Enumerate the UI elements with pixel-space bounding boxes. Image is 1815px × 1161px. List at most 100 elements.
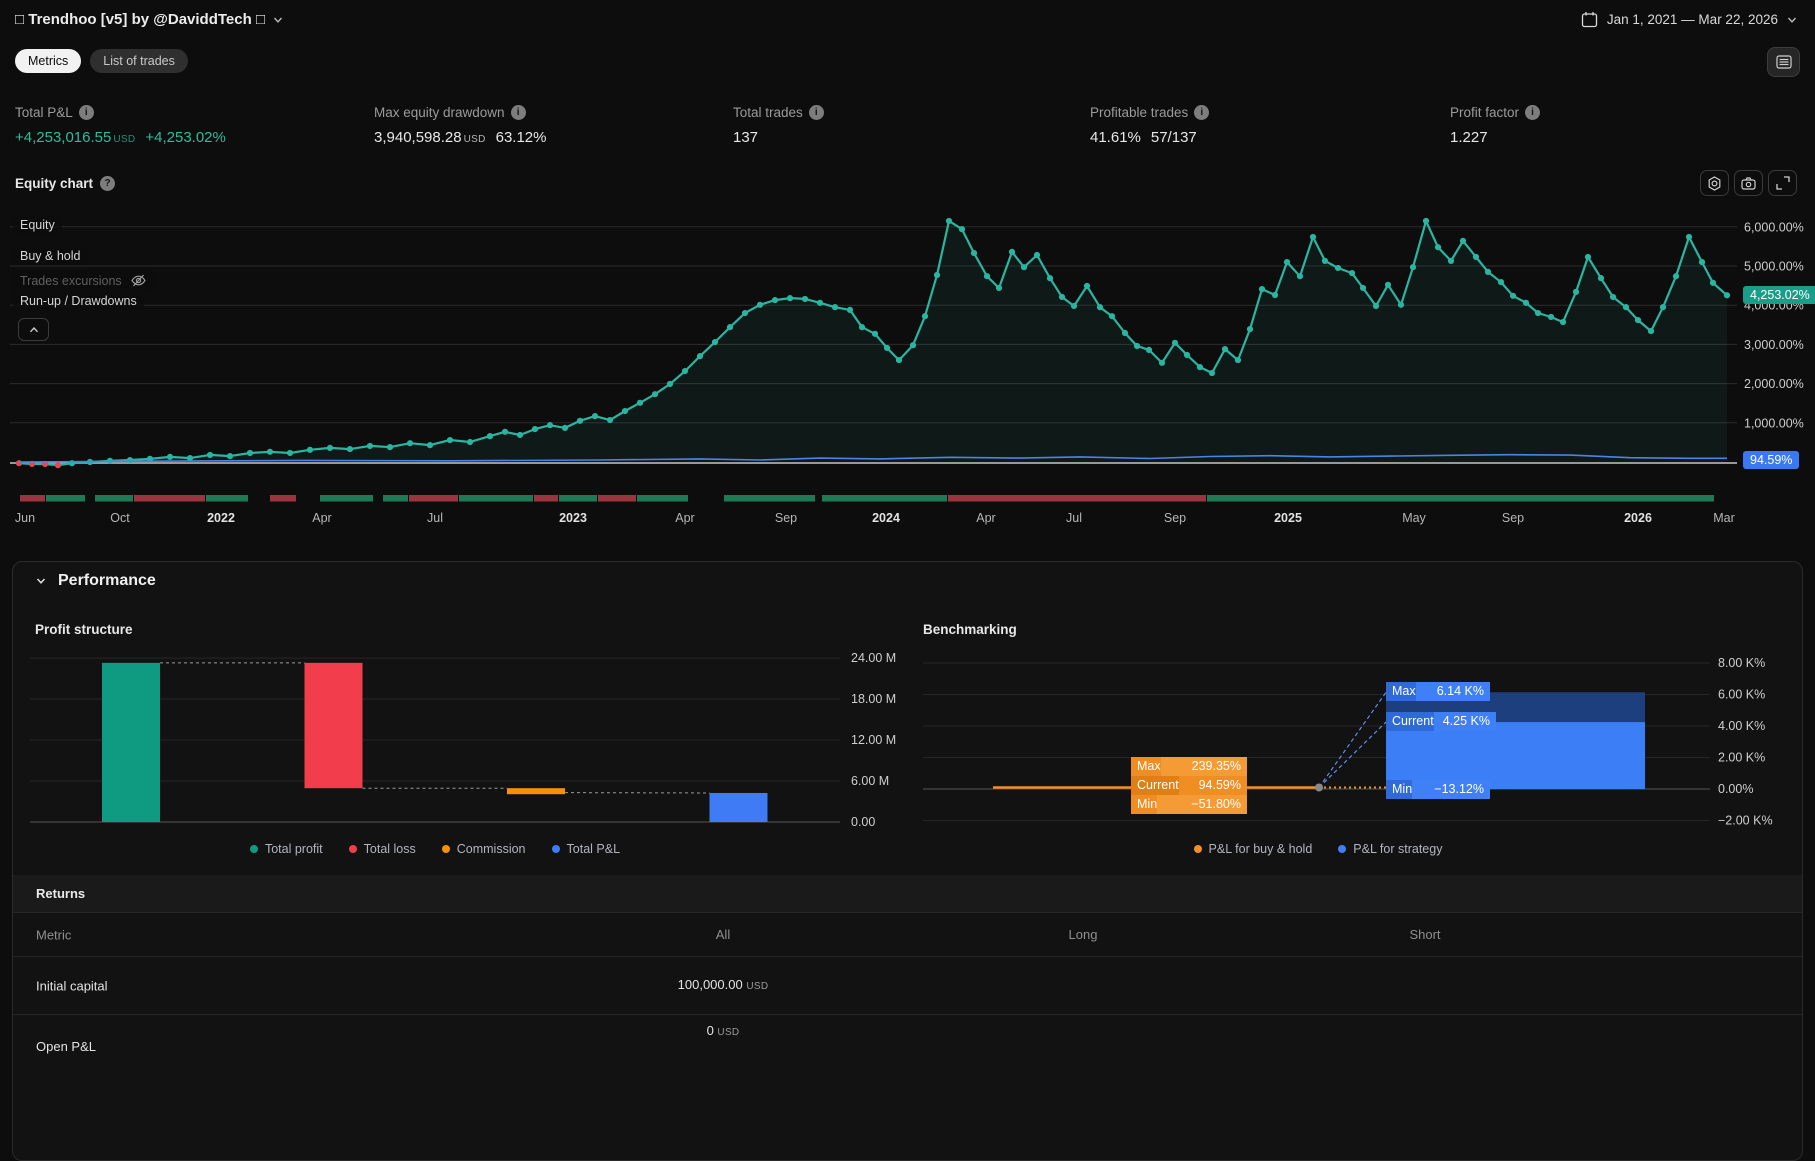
camera-icon bbox=[1741, 177, 1756, 190]
settings-icon bbox=[1707, 176, 1722, 191]
profit-structure-legend: Total profit Total loss Commission Total… bbox=[30, 842, 840, 856]
collapse-legend-button[interactable] bbox=[18, 318, 49, 341]
svg-text:Apr: Apr bbox=[675, 511, 694, 525]
profit-structure-title: Profit structure bbox=[35, 622, 133, 637]
table-row-open-pnl: Open P&L 0 USD bbox=[13, 1014, 1802, 1072]
table-row-initial-capital: Initial capital 100,000.00 USD bbox=[13, 956, 1802, 1014]
benchmarking-legend: P&L for buy & hold P&L for strategy bbox=[923, 842, 1713, 856]
chevron-down-icon bbox=[273, 15, 283, 25]
metric-profitable-trades: Profitable tradesi 41.61%57/137 bbox=[1090, 105, 1209, 146]
svg-text:2,000.00%: 2,000.00% bbox=[1744, 377, 1804, 391]
legend-item-runup-drawdowns[interactable]: Run-up / Drawdowns bbox=[13, 292, 144, 310]
svg-text:Oct: Oct bbox=[110, 511, 130, 525]
svg-text:Apr: Apr bbox=[976, 511, 995, 525]
equity-chart-title: Equity chart ? bbox=[15, 176, 115, 191]
tab-metrics[interactable]: Metrics bbox=[15, 49, 81, 73]
svg-text:Sep: Sep bbox=[775, 511, 797, 525]
chart-snapshot-button[interactable] bbox=[1734, 170, 1763, 196]
calendar-icon bbox=[1581, 11, 1598, 28]
legend-item-buy-and-hold[interactable]: Buy & hold bbox=[13, 247, 87, 265]
metric-total-pnl: Total P&Li +4,253,016.55USD+4,253.02% bbox=[15, 105, 226, 146]
benchmarking-title: Benchmarking bbox=[923, 622, 1017, 637]
fullscreen-icon bbox=[1776, 176, 1790, 190]
tab-list-of-trades[interactable]: List of trades bbox=[90, 49, 188, 73]
chart-fullscreen-button[interactable] bbox=[1768, 170, 1797, 196]
col-long: Long bbox=[1043, 927, 1123, 942]
info-icon[interactable]: i bbox=[1525, 105, 1540, 120]
buy-hold-current: 94.59% bbox=[1179, 776, 1247, 795]
chevron-up-icon bbox=[29, 325, 39, 335]
legend-pnl-strategy[interactable]: P&L for strategy bbox=[1338, 842, 1442, 856]
metric-label: Profit factor bbox=[1450, 105, 1519, 120]
strategy-max-chip: Max6.14 K% bbox=[1386, 682, 1490, 701]
strategy-title[interactable]: □ Trendhoo [v5] by @DaviddTech □ bbox=[15, 11, 283, 28]
svg-text:Sep: Sep bbox=[1164, 511, 1186, 525]
info-icon[interactable]: i bbox=[1194, 105, 1209, 120]
svg-text:2025: 2025 bbox=[1274, 511, 1302, 525]
svg-text:Jul: Jul bbox=[427, 511, 443, 525]
metric-label: Total trades bbox=[733, 105, 803, 120]
col-metric: Metric bbox=[36, 927, 71, 942]
info-icon[interactable]: i bbox=[809, 105, 824, 120]
returns-column-headers: Metric All Long Short bbox=[13, 912, 1802, 956]
chevron-down-icon bbox=[1787, 15, 1797, 25]
svg-text:2023: 2023 bbox=[559, 511, 587, 525]
equity-chart[interactable]: 6,000.00%5,000.00%4,000.00%3,000.00%2,00… bbox=[0, 175, 1815, 535]
metric-max-drawdown: Max equity drawdowni 3,940,598.28USD63.1… bbox=[374, 105, 546, 146]
eye-off-icon bbox=[130, 273, 147, 288]
metric-value: 41.61% bbox=[1090, 129, 1141, 146]
buy-hold-max: 239.35% bbox=[1161, 757, 1247, 776]
legend-pnl-buy-hold[interactable]: P&L for buy & hold bbox=[1194, 842, 1313, 856]
svg-text:Jul: Jul bbox=[1066, 511, 1082, 525]
strategy-title-text: □ Trendhoo [v5] by @DaviddTech □ bbox=[15, 11, 265, 28]
report-layout-button[interactable] bbox=[1767, 47, 1800, 77]
col-all: All bbox=[573, 927, 873, 942]
chart-settings-button[interactable] bbox=[1700, 170, 1729, 196]
metric-value: +4,253,016.55 bbox=[15, 129, 111, 146]
svg-text:3,000.00%: 3,000.00% bbox=[1744, 338, 1804, 352]
legend-total-pnl[interactable]: Total P&L bbox=[552, 842, 621, 856]
legend-total-loss[interactable]: Total loss bbox=[349, 842, 416, 856]
svg-text:2022: 2022 bbox=[207, 511, 235, 525]
svg-text:5,000.00%: 5,000.00% bbox=[1744, 260, 1804, 274]
rows-icon bbox=[1776, 55, 1792, 69]
buy-hold-current-badge: 94.59% bbox=[1743, 451, 1799, 469]
svg-text:Sep: Sep bbox=[1502, 511, 1524, 525]
equity-current-badge: 4,253.02% bbox=[1743, 286, 1815, 304]
strategy-min-chip: Min−13.12% bbox=[1386, 780, 1490, 799]
buy-hold-stats-box: Max239.35% Current94.59% Min−51.80% bbox=[1131, 757, 1247, 814]
date-range-text: Jan 1, 2021 — Mar 22, 2026 bbox=[1607, 12, 1778, 27]
metric-label: Max equity drawdown bbox=[374, 105, 505, 120]
buy-hold-min: −51.80% bbox=[1157, 795, 1247, 814]
help-icon[interactable]: ? bbox=[100, 176, 115, 191]
col-short: Short bbox=[1385, 927, 1465, 942]
svg-text:6,000.00%: 6,000.00% bbox=[1744, 220, 1804, 234]
metric-profit-factor: Profit factor i 1.227 bbox=[1450, 105, 1540, 146]
svg-text:Mar: Mar bbox=[1713, 511, 1735, 525]
equity-data-points bbox=[16, 218, 1730, 468]
metric-value: 3,940,598.28 bbox=[374, 129, 462, 146]
legend-total-profit[interactable]: Total profit bbox=[250, 842, 323, 856]
info-icon[interactable]: i bbox=[511, 105, 526, 120]
metric-value: 1.227 bbox=[1450, 129, 1488, 146]
strategy-current-chip: Current4.25 K% bbox=[1386, 712, 1496, 731]
svg-text:Jun: Jun bbox=[15, 511, 35, 525]
svg-text:1,000.00%: 1,000.00% bbox=[1744, 416, 1804, 430]
view-tabs: Metrics List of trades bbox=[15, 49, 188, 73]
metric-value: 137 bbox=[733, 129, 758, 146]
metric-total-trades: Total trades i 137 bbox=[733, 105, 824, 146]
date-range-picker[interactable]: Jan 1, 2021 — Mar 22, 2026 bbox=[1581, 11, 1797, 28]
svg-text:Apr: Apr bbox=[312, 511, 331, 525]
legend-item-trades-excursions[interactable]: Trades excursions bbox=[13, 271, 154, 290]
metric-label: Profitable trades bbox=[1090, 105, 1188, 120]
returns-section-header[interactable]: Returns bbox=[13, 875, 1802, 912]
chevron-down-icon bbox=[36, 576, 46, 586]
legend-commission[interactable]: Commission bbox=[442, 842, 526, 856]
svg-text:2026: 2026 bbox=[1624, 511, 1652, 525]
legend-item-equity[interactable]: Equity bbox=[13, 216, 62, 234]
svg-text:2024: 2024 bbox=[872, 511, 900, 525]
performance-section-header[interactable]: Performance bbox=[36, 572, 156, 590]
svg-text:May: May bbox=[1402, 511, 1426, 525]
metric-label: Total P&L bbox=[15, 105, 73, 120]
info-icon[interactable]: i bbox=[79, 105, 94, 120]
